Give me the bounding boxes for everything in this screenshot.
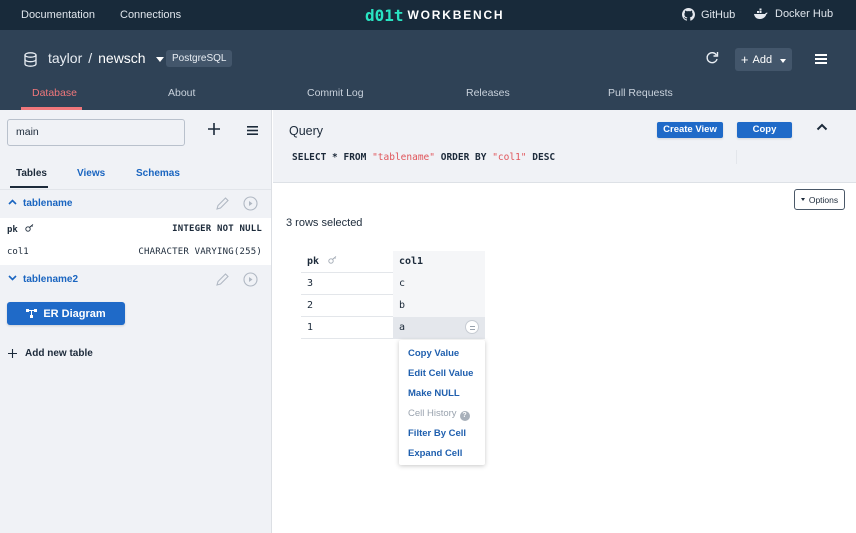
divider [736,150,737,164]
table-name: tablename2 [23,274,79,285]
table-cell[interactable]: 1 [301,317,393,339]
cell-context-menu: Copy Value Edit Cell Value Make NULL Cel… [399,340,485,465]
dockerhub-link[interactable]: Docker Hub [753,8,833,20]
menu-item-cell-history: Cell History? [408,408,470,421]
er-diagram-label: ER Diagram [43,307,106,320]
breadcrumb-separator: / [88,50,93,66]
table-row: 1 a [301,317,485,339]
tab-commit-log[interactable]: Commit Log [307,87,364,99]
engine-badge: PostgreSQL [166,50,233,67]
chevron-down-icon [780,58,787,63]
column-name: pk [7,224,34,235]
dolt-workbench-logo[interactable]: d01t WORKBENCH [365,5,504,25]
branch-selector[interactable]: main [7,119,185,146]
table-cell[interactable]: c [393,273,485,295]
menu-item-filter-by-cell[interactable]: Filter By Cell [408,428,466,439]
create-view-button[interactable]: Create View [657,122,723,138]
sidebar: main Tables Views Schemas tablename pk I… [0,110,272,533]
refresh-icon[interactable] [705,51,719,65]
chevron-up-icon [8,199,17,205]
options-label: Options [808,194,839,205]
cell-menu-icon[interactable] [465,320,479,334]
column-header-pk[interactable]: pk [301,251,393,273]
add-new-table-button[interactable]: Add new table [8,348,93,359]
logo-dolt-text: d01t [365,5,404,25]
table-cell-selected[interactable]: a [393,317,485,339]
top-nav: Documentation Connections d01t WORKBENCH… [0,0,856,30]
key-icon [328,256,337,264]
logo-workbench-text: WORKBENCH [407,8,505,22]
dockerhub-label: Docker Hub [775,8,834,20]
table-cell[interactable]: 2 [301,295,393,317]
column-type: INTEGER NOT NULL [172,224,262,234]
github-link[interactable]: GitHub [682,8,735,21]
diagram-icon [26,309,38,318]
column-type: CHARACTER VARYING(255) [138,247,262,257]
menu-item-copy-value[interactable]: Copy Value [408,348,459,359]
tab-releases[interactable]: Releases [466,87,510,99]
pencil-icon[interactable] [215,272,230,287]
tab-about[interactable]: About [168,87,195,99]
repo-tabs: Database About Commit Log Releases Pull … [0,86,856,110]
column-header-col1[interactable]: col1 [393,251,485,273]
add-new-table-label: Add new table [25,348,93,359]
breadcrumb: taylor / newsch [48,50,164,66]
repo-name[interactable]: newsch [98,50,145,66]
caret-down-icon [800,198,805,201]
add-button[interactable]: + Add [735,48,792,71]
sidebar-tab-views[interactable]: Views [77,168,105,179]
database-icon [24,52,37,67]
query-title: Query [289,124,324,138]
table-row: 2 b [301,295,485,317]
chevron-up-icon[interactable] [816,123,828,131]
repo-owner[interactable]: taylor [48,50,82,66]
tab-database[interactable]: Database [32,87,77,99]
table-row: 3 c [301,273,485,295]
docker-icon [754,8,768,19]
column-name: col1 [7,247,29,257]
repo-dropdown-caret-icon[interactable] [155,56,164,62]
column-row: col1 CHARACTER VARYING(255) [0,241,271,263]
chevron-down-icon [8,275,17,281]
repo-header: taylor / newsch PostgreSQL + Add Databas… [0,30,856,110]
sidebar-tab-tables[interactable]: Tables [16,168,47,179]
help-icon[interactable]: ? [459,411,470,421]
sidebar-tabs: Tables Views Schemas [0,166,271,188]
sidebar-tab-schemas[interactable]: Schemas [136,168,180,179]
table-cell[interactable]: 3 [301,273,393,295]
pencil-icon[interactable] [215,196,230,211]
rows-selected-count: 3 rows selected [286,217,363,229]
hamburger-menu-icon[interactable] [815,54,827,64]
key-icon [25,224,34,232]
table-name: tablename [23,198,73,209]
query-panel: Query Create View Copy SELECT * FROM "ta… [273,110,856,183]
table-columns: pk INTEGER NOT NULL col1 CHARACTER VARYI… [0,218,271,265]
add-label: Add [752,53,773,66]
column-row: pk INTEGER NOT NULL [0,218,271,240]
table-cell[interactable]: b [393,295,485,317]
connections-link[interactable]: Connections [120,9,181,21]
table-item-tablename[interactable]: tablename [0,190,271,218]
play-icon[interactable] [243,272,258,287]
plus-icon[interactable] [207,122,221,136]
menu-item-expand-cell[interactable]: Expand Cell [408,448,462,459]
er-diagram-button[interactable]: ER Diagram [7,302,125,325]
plus-icon: + [740,52,749,67]
github-icon [682,8,695,21]
play-icon[interactable] [243,196,258,211]
options-button[interactable]: Options [794,189,845,210]
github-label: GitHub [701,8,736,21]
sql-query-text[interactable]: SELECT * FROM "tablename" ORDER BY "col1… [292,152,555,163]
plus-icon [8,349,17,358]
table-header-row: pk col1 [301,251,485,273]
copy-button[interactable]: Copy [737,122,792,138]
tab-pull-requests[interactable]: Pull Requests [608,87,673,99]
hamburger-menu-icon[interactable] [247,126,258,135]
sidebar-tab-indicator [10,186,48,188]
table-item-tablename2[interactable]: tablename2 [0,266,271,294]
documentation-link[interactable]: Documentation [21,9,95,21]
menu-item-edit-cell-value[interactable]: Edit Cell Value [408,368,473,379]
menu-item-make-null[interactable]: Make NULL [408,388,460,399]
results-table: pk col1 3 c 2 b 1 a [301,251,485,339]
